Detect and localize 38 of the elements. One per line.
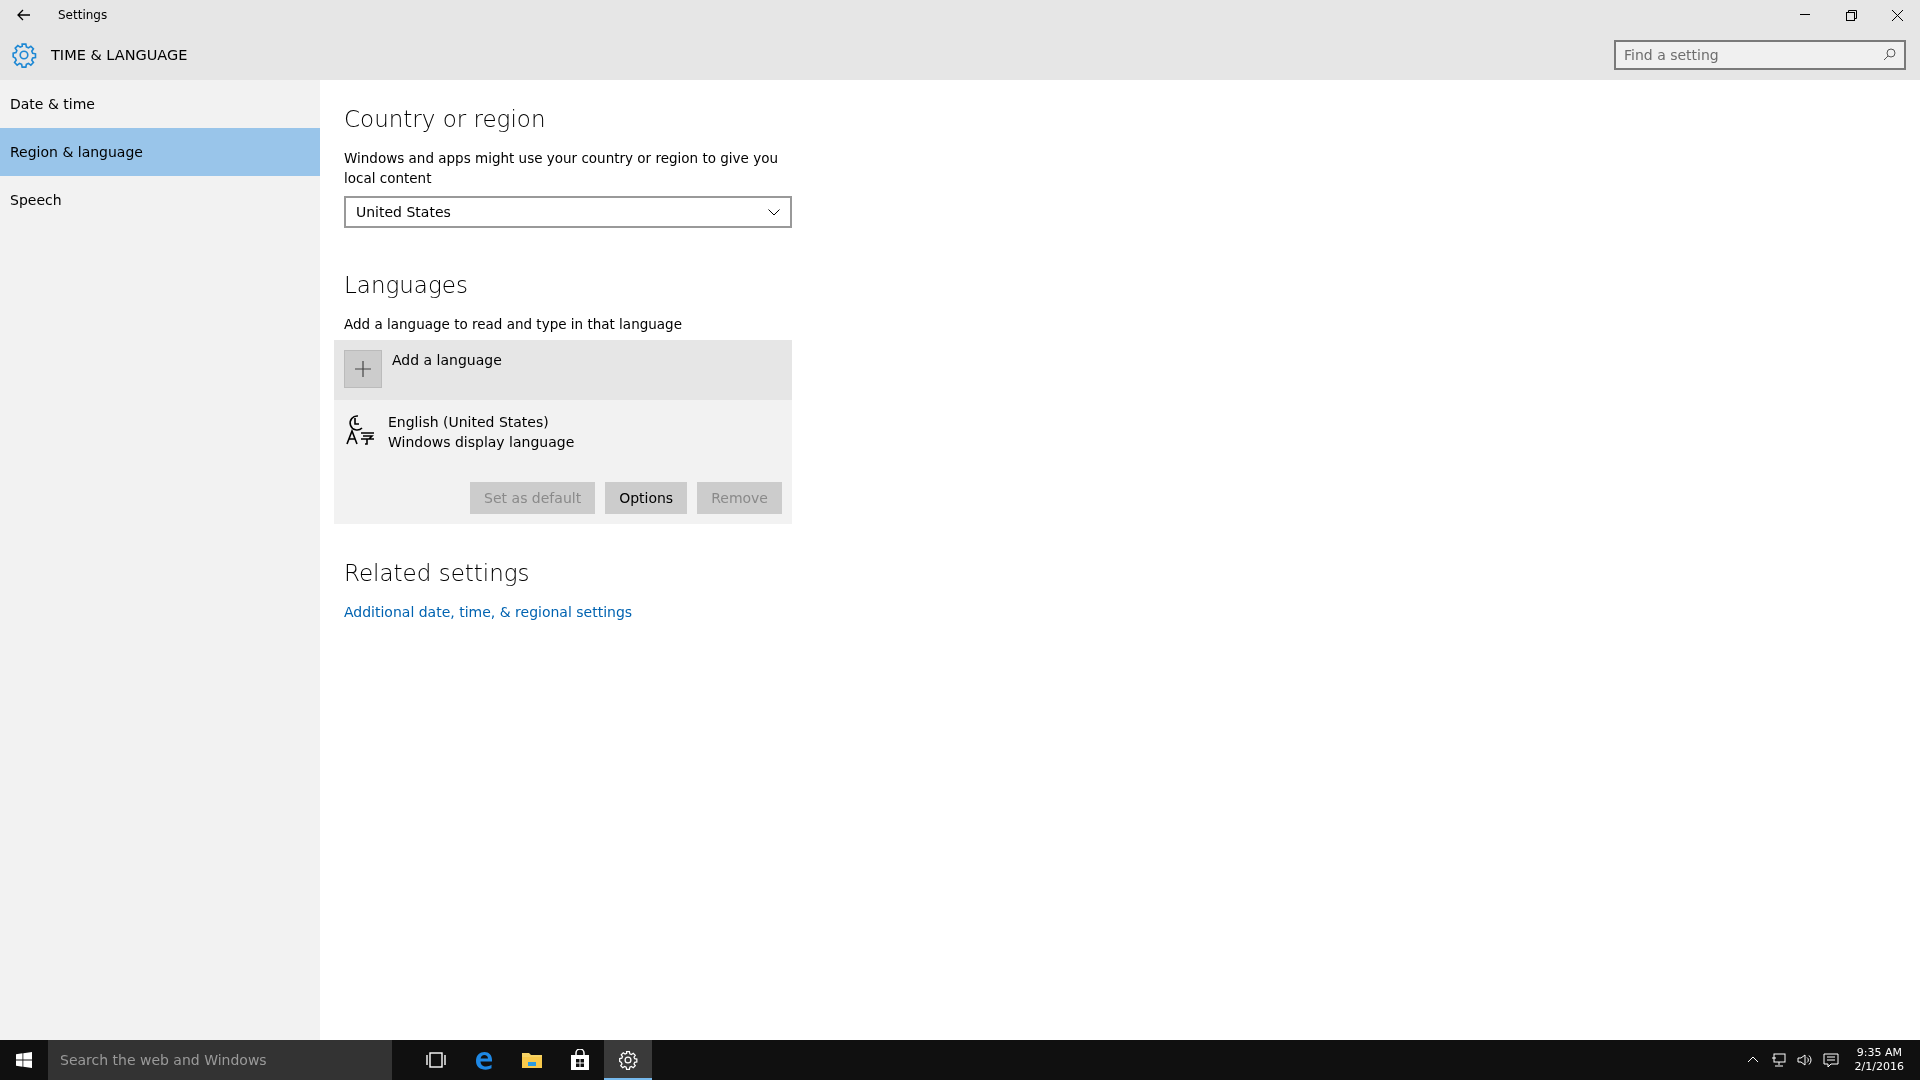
page-title: TIME & LANGUAGE [51,47,188,63]
language-name: English (United States) [388,413,550,432]
taskbar-search-field[interactable]: Search the web and Windows [48,1040,392,1080]
shopping-bag-icon [570,1049,590,1071]
add-language-button[interactable]: Add a language [334,340,792,400]
sidebar-item[interactable]: Region & language [0,128,320,176]
windows-logo-icon [16,1052,32,1068]
clock-time: 9:35 AM [1856,1046,1902,1060]
language-detail: Windows display language [388,433,575,452]
language-action-button[interactable]: Options [605,482,688,514]
close-icon [1891,9,1903,21]
settings-icon [11,42,37,68]
folder-icon [521,1051,543,1069]
back-arrow-icon [17,9,31,21]
section-description: Windows and apps might use your country or region to give you local content [344,149,779,188]
window-title: Settings [58,8,108,22]
section-description: Add a language to read and type in that language [344,315,683,334]
task-view-icon [426,1052,446,1068]
country-dropdown[interactable]: United States [344,196,792,228]
taskbar-app-button[interactable] [604,1040,652,1080]
clock-date: 2/1/2016 [1854,1060,1904,1074]
settings-icon [618,1050,638,1070]
notification-icon[interactable] [1822,1052,1839,1068]
section-heading: Languages [344,272,469,298]
sidebar-item[interactable]: Date & time [0,80,320,128]
search-field[interactable]: Find a setting [1614,40,1906,70]
network-icon[interactable] [1770,1052,1787,1068]
search-icon [1883,48,1896,61]
restore-icon [1845,9,1857,21]
plus-icon [344,350,382,388]
section-heading: Related settings [344,560,531,586]
minimize-icon [1800,14,1810,16]
settings-link[interactable]: Additional date, time, & regional settings [344,604,792,620]
volume-icon[interactable] [1796,1052,1813,1068]
e-letter-icon [473,1049,495,1071]
section-heading: Country or region [344,106,547,132]
chevron-down-icon [768,208,780,216]
sidebar-item[interactable]: Speech [0,176,320,224]
